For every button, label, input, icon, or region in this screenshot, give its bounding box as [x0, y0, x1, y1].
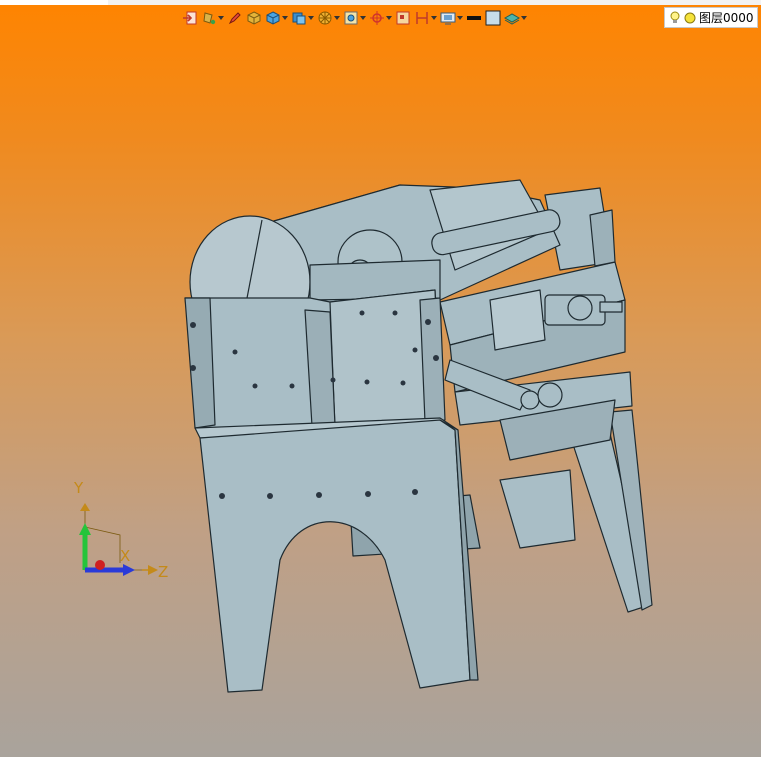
front-base [199, 419, 471, 693]
x-axis-label: X [120, 547, 130, 565]
z-axis-label: Z [158, 563, 168, 581]
motor-box [499, 469, 576, 549]
y-axis-label: Y [73, 479, 84, 497]
machine-model[interactable] [0, 0, 761, 757]
axis-triad: Y X Z [73, 479, 168, 581]
3d-viewport[interactable]: 图层0000 Y X Z [0, 0, 761, 757]
x-axis-marker [95, 560, 105, 570]
pivot-pin [520, 390, 540, 410]
